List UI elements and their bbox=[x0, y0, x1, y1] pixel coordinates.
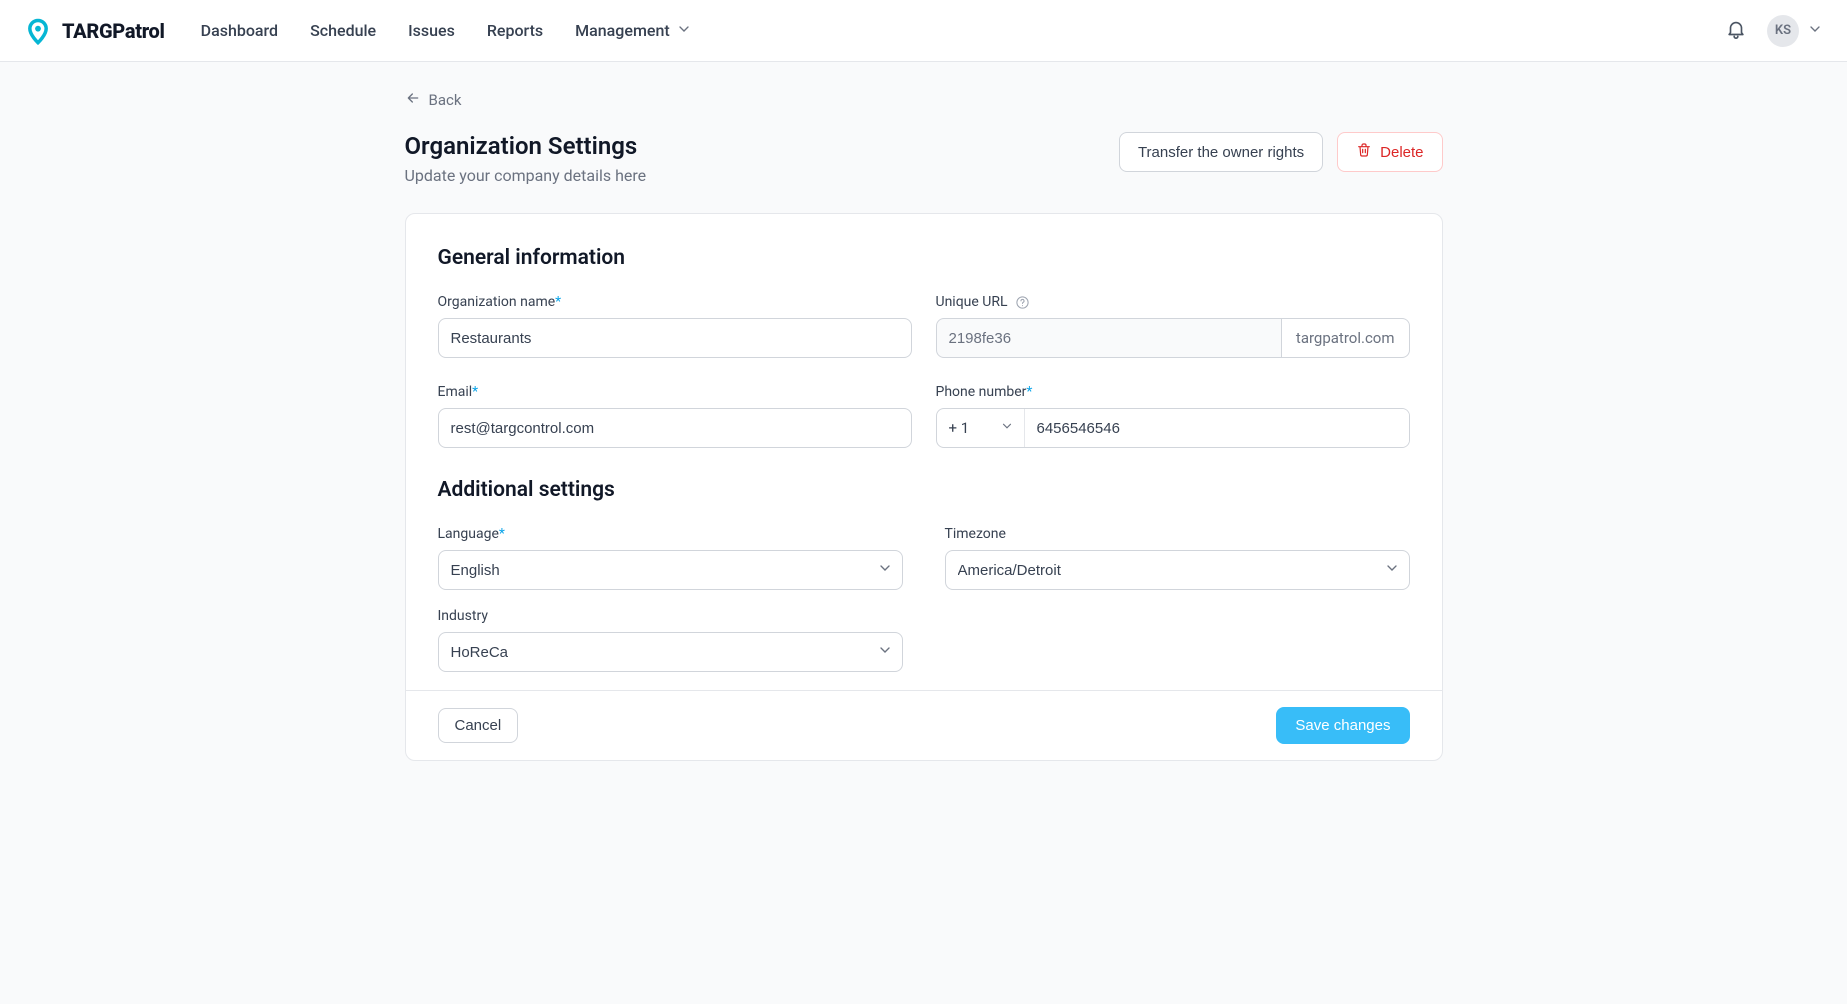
timezone-value[interactable] bbox=[945, 550, 1410, 590]
phone-country-code[interactable]: + 1 bbox=[937, 409, 1025, 447]
phone-input[interactable] bbox=[1025, 409, 1409, 447]
industry-select[interactable] bbox=[438, 632, 903, 672]
phone-group: + 1 bbox=[936, 408, 1410, 448]
language-select[interactable] bbox=[438, 550, 903, 590]
back-link[interactable]: Back bbox=[405, 90, 462, 110]
brand-text: TARGPatrol bbox=[62, 19, 165, 43]
user-menu[interactable]: KS bbox=[1767, 15, 1823, 47]
phone-label: Phone number* bbox=[936, 384, 1410, 400]
trash-icon bbox=[1356, 142, 1372, 162]
chevron-down-icon bbox=[676, 21, 692, 41]
brand[interactable]: TARGPatrol bbox=[24, 17, 165, 45]
org-name-label: Organization name* bbox=[438, 294, 912, 310]
page-title: Organization Settings bbox=[405, 132, 647, 160]
chevron-down-icon bbox=[1000, 419, 1014, 437]
org-name-input[interactable] bbox=[438, 318, 912, 358]
email-input[interactable] bbox=[438, 408, 912, 448]
avatar: KS bbox=[1767, 15, 1799, 47]
nav-dashboard[interactable]: Dashboard bbox=[201, 21, 278, 40]
email-label: Email* bbox=[438, 384, 912, 400]
industry-value[interactable] bbox=[438, 632, 903, 672]
url-label: Unique URL bbox=[936, 294, 1410, 310]
main-nav: Dashboard Schedule Issues Reports Manage… bbox=[201, 21, 692, 41]
settings-card: General information Organization name* U… bbox=[405, 213, 1443, 761]
save-button[interactable]: Save changes bbox=[1276, 707, 1409, 744]
nav-management-label: Management bbox=[575, 21, 670, 40]
language-label: Language* bbox=[438, 526, 903, 542]
url-input bbox=[936, 318, 1282, 358]
nav-reports[interactable]: Reports bbox=[487, 21, 543, 40]
timezone-label: Timezone bbox=[945, 526, 1410, 542]
timezone-select[interactable] bbox=[945, 550, 1410, 590]
topbar: TARGPatrol Dashboard Schedule Issues Rep… bbox=[0, 0, 1847, 62]
url-suffix: targpatrol.com bbox=[1282, 318, 1410, 358]
back-label: Back bbox=[429, 91, 462, 109]
nav-management[interactable]: Management bbox=[575, 21, 692, 41]
delete-button[interactable]: Delete bbox=[1337, 132, 1442, 172]
cancel-button[interactable]: Cancel bbox=[438, 708, 519, 743]
delete-label: Delete bbox=[1380, 144, 1423, 161]
page-header: Organization Settings Update your compan… bbox=[405, 132, 1443, 185]
logo-icon bbox=[24, 17, 52, 45]
notifications-icon[interactable] bbox=[1725, 18, 1747, 44]
page-subtitle: Update your company details here bbox=[405, 166, 647, 185]
chevron-down-icon bbox=[1807, 21, 1823, 41]
card-footer: Cancel Save changes bbox=[406, 690, 1442, 760]
arrow-left-icon bbox=[405, 90, 421, 110]
topbar-right: KS bbox=[1725, 15, 1823, 47]
transfer-owner-button[interactable]: Transfer the owner rights bbox=[1119, 132, 1323, 172]
nav-schedule[interactable]: Schedule bbox=[310, 21, 376, 40]
section-general-title: General information bbox=[438, 246, 1410, 270]
section-additional-title: Additional settings bbox=[438, 478, 1410, 502]
nav-issues[interactable]: Issues bbox=[408, 21, 455, 40]
language-value[interactable] bbox=[438, 550, 903, 590]
industry-label: Industry bbox=[438, 608, 903, 624]
help-icon[interactable] bbox=[1015, 295, 1030, 310]
